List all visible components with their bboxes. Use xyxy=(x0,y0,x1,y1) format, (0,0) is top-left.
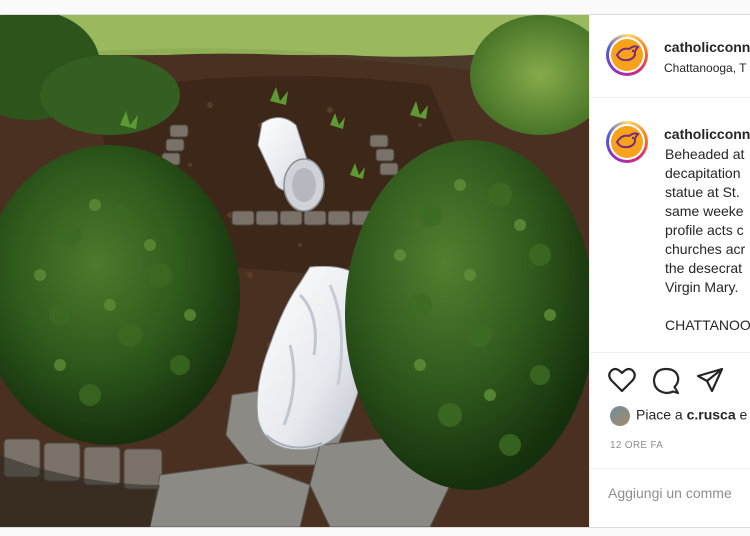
caption-line: churches acr xyxy=(665,241,746,257)
likes-prefix: Piace a xyxy=(636,406,683,423)
liker-username[interactable]: c.rusca xyxy=(687,407,736,423)
speech-bubble-icon[interactable] xyxy=(652,367,680,400)
post-caption: Beheaded at decapitation statue at St. s… xyxy=(665,145,750,335)
caption-line: CHATTANOO xyxy=(665,317,750,333)
caption-avatar[interactable] xyxy=(606,121,648,163)
heart-icon[interactable] xyxy=(608,367,636,398)
post-photo[interactable] xyxy=(0,15,589,527)
instagram-post: catholicconn Chattanooga, T catholicconn… xyxy=(0,14,750,528)
caption-line: same weeke xyxy=(665,203,744,219)
post-timestamp[interactable]: 12 ORE FA xyxy=(610,440,663,451)
dove-icon xyxy=(615,45,640,62)
post-header: catholicconn Chattanooga, T xyxy=(590,15,750,98)
post-actions: Piace a c.rusca e 12 ORE FA xyxy=(590,352,750,527)
caption-username[interactable]: catholicconn xyxy=(664,126,750,142)
dove-icon xyxy=(615,132,640,149)
post-side-panel: catholicconn Chattanooga, T catholicconn… xyxy=(589,15,750,527)
caption-line xyxy=(665,297,750,316)
likes-summary: Piace a c.rusca e xyxy=(610,406,747,426)
caption-line: profile acts c xyxy=(665,222,744,238)
post-username[interactable]: catholicconn xyxy=(664,39,750,55)
beheaded-statue-photo xyxy=(0,15,589,527)
comment-box xyxy=(590,468,750,527)
caption-line: statue at St. xyxy=(665,184,740,200)
paper-plane-icon[interactable] xyxy=(696,367,724,398)
comment-input[interactable] xyxy=(608,485,750,501)
caption-line: Virgin Mary. xyxy=(665,279,739,295)
caption-line: decapitation xyxy=(665,165,741,181)
likes-suffix: e xyxy=(739,406,748,423)
caption-line: the desecrat xyxy=(665,260,743,276)
post-location[interactable]: Chattanooga, T xyxy=(664,61,747,75)
caption-line: Beheaded at xyxy=(665,146,745,162)
liker-avatar[interactable] xyxy=(610,406,630,426)
account-avatar[interactable] xyxy=(606,34,648,76)
